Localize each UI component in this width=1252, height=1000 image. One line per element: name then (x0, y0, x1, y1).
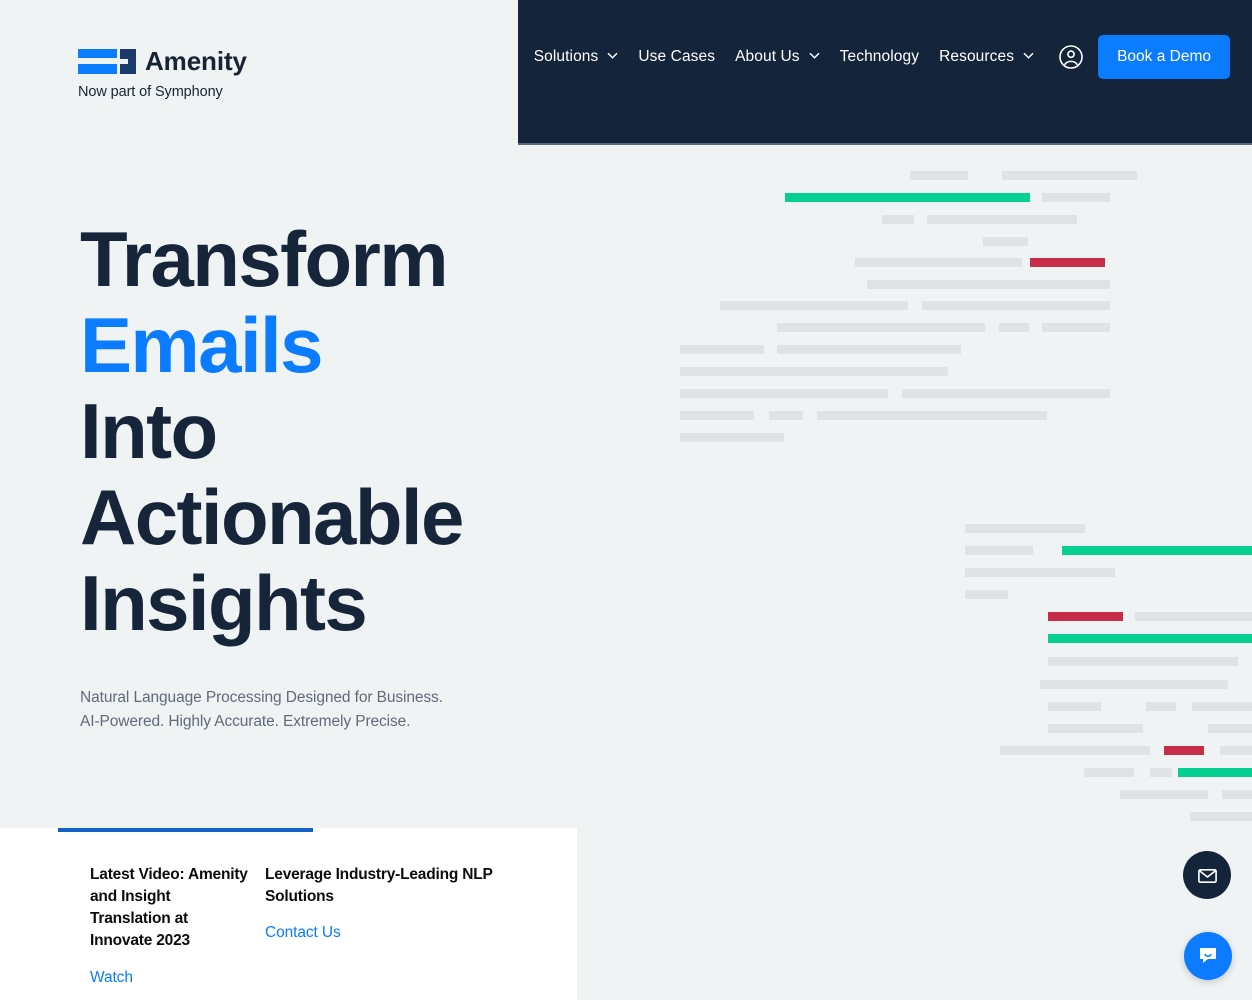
nav-item-label: Technology (839, 47, 920, 65)
decorative-text-line (1048, 612, 1123, 621)
decorative-text-line (922, 301, 1110, 310)
contact-us-link[interactable]: Contact Us (265, 924, 341, 942)
decorative-text-line (1042, 193, 1110, 202)
decorative-text-line (680, 433, 784, 442)
decorative-text-line (769, 411, 803, 420)
decorative-text-line (1192, 702, 1252, 711)
decorative-text-line (867, 280, 1110, 289)
decorative-text-line (910, 171, 968, 180)
decorative-text-line (1048, 702, 1101, 711)
nav-item-technology[interactable]: Technology (830, 42, 929, 72)
decorative-text-line (882, 215, 914, 224)
hero-line-4: Actionable (80, 473, 464, 561)
decorative-text-line (1135, 612, 1252, 621)
envelope-icon (1197, 865, 1218, 886)
brand-name: Amenity (145, 46, 247, 76)
decorative-text-line (965, 568, 1115, 577)
user-account-circle-icon[interactable] (1058, 44, 1084, 70)
decorative-text-line (1062, 546, 1252, 555)
decorative-text-line (965, 524, 1085, 533)
amenity-bars-logo-icon (78, 47, 136, 76)
chevron-down-icon[interactable] (1023, 50, 1034, 61)
decorative-document-lines-top (670, 165, 1252, 455)
card-title: Latest Video: Amenity and Insight Transl… (90, 866, 248, 949)
decorative-text-line (777, 345, 961, 354)
hero-line-3: Into (80, 387, 218, 475)
decorative-text-line (1178, 768, 1252, 777)
card-latest-video[interactable]: Latest Video: Amenity and Insight Transl… (0, 864, 265, 1000)
decorative-text-line (720, 301, 908, 310)
decorative-text-line (965, 590, 1008, 599)
brand-tagline: Now part of Symphony (78, 84, 223, 100)
book-a-demo-button[interactable]: Book a Demo (1098, 34, 1230, 79)
decorative-text-line (1220, 746, 1252, 755)
decorative-text-line (680, 411, 754, 420)
decorative-text-line (1084, 768, 1134, 777)
nav-item-label: About Us (735, 47, 800, 65)
decorative-text-line (1150, 768, 1172, 777)
decorative-text-line (1048, 657, 1238, 666)
decorative-text-line (1048, 724, 1143, 733)
decorative-text-line (965, 546, 1033, 555)
nav-item-label: Resources (939, 47, 1015, 65)
decorative-text-line (1048, 634, 1252, 643)
card-title: Leverage Industry-Leading NLP Solutions (265, 866, 493, 905)
nav-item-label: Solutions (533, 47, 599, 65)
decorative-text-line (1120, 790, 1208, 799)
decorative-text-line (680, 345, 764, 354)
decorative-text-line (902, 389, 1110, 398)
watch-link[interactable]: Watch (90, 969, 133, 987)
decorative-document-lines-bottom (960, 518, 1252, 821)
decorative-text-line (817, 411, 1047, 420)
decorative-text-line (1222, 790, 1252, 799)
hero-line-5: Insights (80, 559, 368, 647)
card-nlp-solutions[interactable]: Leverage Industry-Leading NLP Solutions … (265, 864, 525, 1000)
chevron-down-icon[interactable] (607, 50, 618, 61)
decorative-text-line (855, 258, 1022, 267)
nav-links: Solutions Use Cases About Us Technology … (524, 34, 1230, 79)
decorative-text-line (1146, 702, 1176, 711)
decorative-text-line (999, 323, 1029, 332)
nav-item-solutions[interactable]: Solutions (524, 42, 629, 72)
decorative-text-line (983, 237, 1028, 246)
nav-item-about-us[interactable]: About Us (725, 42, 830, 72)
decorative-text-line (1030, 258, 1105, 267)
page-title: Transform Emails Into Actionable Insight… (80, 216, 520, 646)
decorative-text-line (680, 389, 888, 398)
chevron-down-icon[interactable] (809, 50, 820, 61)
hero-section: Transform Emails Into Actionable Insight… (80, 216, 520, 734)
decorative-text-line (1208, 724, 1252, 733)
hero-line-1: Transform (80, 215, 449, 303)
chat-bubble-icon (1196, 944, 1220, 968)
decorative-text-line (1164, 746, 1204, 755)
decorative-text-line (927, 215, 1077, 224)
hero-line-2: Emails (80, 301, 323, 389)
decorative-text-line (1002, 171, 1137, 180)
decorative-text-line (777, 323, 985, 332)
decorative-text-line (680, 367, 948, 376)
decorative-text-line (1000, 746, 1150, 755)
decorative-text-line (1042, 323, 1110, 332)
chat-launcher-button[interactable] (1184, 932, 1232, 980)
email-contact-button[interactable] (1183, 851, 1231, 899)
nav-item-resources[interactable]: Resources (929, 42, 1044, 72)
top-navigation-bar: Solutions Use Cases About Us Technology … (518, 0, 1252, 145)
brand-logo[interactable]: Amenity Now part of Symphony (78, 46, 338, 100)
hero-subtitle-line-1: Natural Language Processing Designed for… (80, 689, 443, 706)
hero-subtitle: Natural Language Processing Designed for… (80, 686, 520, 734)
nav-item-label: Use Cases (638, 47, 716, 65)
hero-subtitle-line-2: AI-Powered. Highly Accurate. Extremely P… (80, 713, 411, 730)
nav-item-use-cases[interactable]: Use Cases (628, 42, 725, 72)
decorative-text-line (785, 193, 1030, 202)
bottom-cards-panel: Latest Video: Amenity and Insight Transl… (0, 828, 577, 1000)
decorative-text-line (1040, 680, 1228, 689)
decorative-text-line (1190, 812, 1252, 821)
